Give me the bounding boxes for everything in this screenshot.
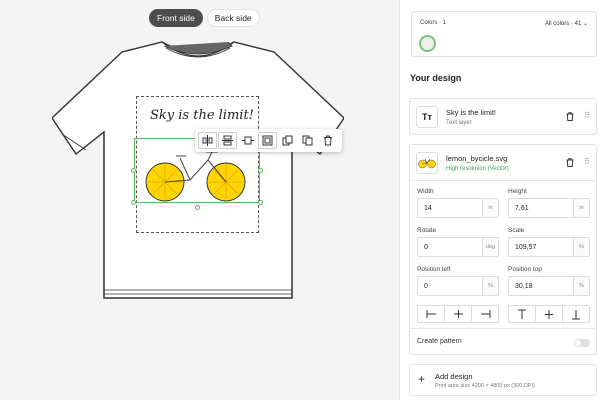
fit-width-icon[interactable] <box>238 132 257 149</box>
all-colors-label: All colors · 41 <box>544 21 582 27</box>
vertical-align-group <box>508 305 590 323</box>
scale-label: Scale <box>508 227 525 234</box>
add-design-label: Add design <box>435 372 473 381</box>
layer-type: Text layer <box>446 120 472 126</box>
design-canvas[interactable]: Front side Back side Sky is the limit! <box>0 0 399 400</box>
divider <box>410 328 596 329</box>
rotate-unit: deg <box>482 238 498 256</box>
resize-handle[interactable] <box>131 168 136 173</box>
align-left-icon[interactable] <box>418 306 445 322</box>
trash-icon[interactable] <box>566 112 574 121</box>
create-pattern-label: Create pattern <box>417 338 462 345</box>
floating-toolbar <box>195 129 342 152</box>
position-top-unit: % <box>573 277 589 295</box>
height-input[interactable]: 7,61 in <box>508 198 590 218</box>
resize-handle[interactable] <box>195 205 200 210</box>
layer-name: Sky is the limit! <box>446 108 497 117</box>
delete-icon[interactable] <box>318 132 337 149</box>
colors-count-label: Colors · 1 <box>420 20 447 26</box>
your-design-title: Your design <box>410 73 462 83</box>
colors-card: Colors · 1 All colors · 41 ⌄ <box>411 11 597 57</box>
all-colors-dropdown[interactable]: All colors · 41 ⌄ <box>545 20 588 27</box>
width-input[interactable]: 14 in <box>417 198 499 218</box>
align-horizontal-center-icon[interactable] <box>218 132 237 149</box>
align-right-icon[interactable] <box>472 306 498 322</box>
create-pattern-toggle[interactable] <box>574 339 590 347</box>
resize-handle[interactable] <box>258 168 263 173</box>
design-text-layer[interactable]: Sky is the limit! <box>150 108 254 123</box>
position-top-label: Position top <box>508 266 542 273</box>
scale-input[interactable]: 109,57% <box>508 237 590 257</box>
drag-handle-icon[interactable]: ⠿ <box>584 111 590 120</box>
layer-card-text[interactable]: Tт Sky is the limit! Text layer ⠿ <box>409 98 597 135</box>
horizontal-align-group <box>417 305 499 323</box>
position-left-unit: % <box>482 277 498 295</box>
bring-forward-icon[interactable] <box>278 132 297 149</box>
height-label: Height <box>508 188 527 195</box>
trash-icon[interactable] <box>566 158 574 167</box>
color-swatch-selected[interactable] <box>419 35 436 52</box>
resize-handle[interactable] <box>258 200 263 205</box>
position-top-input[interactable]: 30,18% <box>508 276 590 296</box>
rotate-input[interactable]: 0 deg <box>417 237 499 257</box>
rotate-value: 0 <box>424 244 428 251</box>
position-left-value: 0 <box>424 283 428 290</box>
align-middle-icon[interactable] <box>536 306 563 322</box>
align-top-icon[interactable] <box>509 306 536 322</box>
height-value: 7,61 <box>515 205 529 212</box>
divider <box>410 180 596 181</box>
tab-back-side[interactable]: Back side <box>206 9 260 27</box>
drag-handle-icon[interactable]: ⠿ <box>584 157 590 166</box>
duplicate-icon[interactable] <box>298 132 317 149</box>
align-center-icon[interactable] <box>445 306 472 322</box>
scale-unit: % <box>573 238 589 256</box>
width-label: Width <box>417 188 434 195</box>
rotate-label: Rotate <box>417 227 437 234</box>
resize-handle[interactable] <box>131 200 136 205</box>
add-design-button[interactable]: + Add design Print area size 4200 × 4800… <box>409 364 597 396</box>
layer-name: lemon_bycicle.svg <box>446 154 508 163</box>
chevron-down-icon: ⌄ <box>582 21 588 27</box>
scale-value: 109,57 <box>515 244 537 251</box>
image-thumbnail <box>416 152 438 174</box>
position-top-value: 30,18 <box>515 283 533 290</box>
tab-front-side[interactable]: Front side <box>149 9 203 27</box>
height-unit: in <box>573 199 589 217</box>
align-bottom-icon[interactable] <box>563 306 589 322</box>
print-area-size: Print area size 4200 × 4800 px (300 DPI) <box>435 383 535 389</box>
width-unit: in <box>482 199 498 217</box>
align-vertical-center-icon[interactable] <box>198 132 217 149</box>
position-left-input[interactable]: 0% <box>417 276 499 296</box>
width-value: 14 <box>424 205 432 212</box>
layer-resolution: High resolution (Vector) <box>446 166 509 172</box>
fit-area-icon[interactable] <box>258 132 277 149</box>
side-tabs: Front side Back side <box>149 9 260 27</box>
position-left-label: Position left <box>417 266 451 273</box>
plus-icon: + <box>418 372 426 386</box>
text-layer-icon: Tт <box>416 106 438 128</box>
